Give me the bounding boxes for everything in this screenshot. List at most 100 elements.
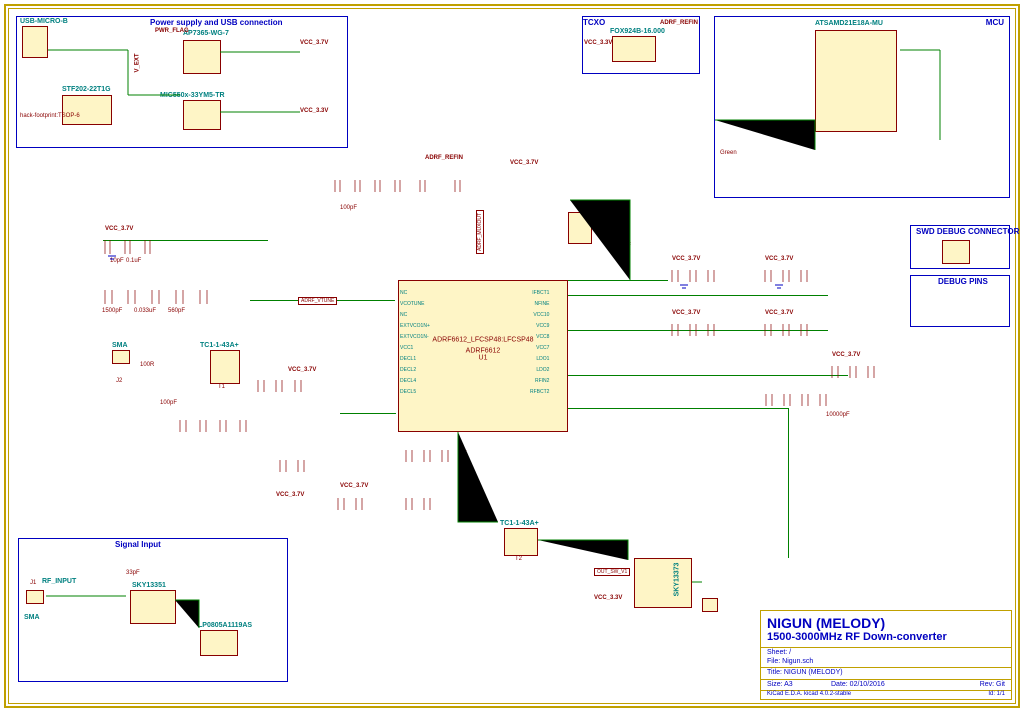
sma-j2-label: SMA	[112, 342, 128, 349]
chip-fox924b	[612, 36, 656, 62]
pin-left-cluster: NC VCOTUNE NC EXTVCO1N+ EXTVCO1N- VCC1 D…	[400, 288, 430, 398]
sky-vcc33: VCC_3.3V	[594, 595, 622, 601]
wire6	[788, 408, 789, 558]
wire3	[568, 330, 828, 331]
title-title-row: Title: NIGUN (MELODY)	[767, 669, 843, 676]
lp0805-name: LP0805A1119AS	[198, 622, 252, 629]
wire1	[568, 280, 668, 281]
transformer-t1	[210, 350, 240, 384]
section-tcxo-label: TCXO	[583, 18, 605, 27]
vcc37-r3: VCC_3.7V	[672, 310, 700, 316]
title-block: NIGUN (MELODY) 1500-3000MHz RF Down-conv…	[760, 610, 1012, 700]
chip-lp0805	[200, 630, 238, 656]
title-rev: Rev: Git	[980, 681, 1005, 688]
t1-ref: T1	[218, 384, 225, 390]
cap-01uf-grid: 0.1uF	[126, 258, 141, 264]
tc4-name: TC4-1W+	[593, 212, 623, 219]
vcc37-top-rail: VCC_3.7V	[105, 226, 133, 232]
section-signal-label: Signal Input	[115, 540, 161, 549]
title-date: Date: 02/10/2016	[831, 681, 885, 688]
t1-name: TC1-1-43A+	[200, 342, 239, 349]
rf-input-label: RF_INPUT	[42, 578, 76, 585]
title-size: Size: A3	[767, 681, 793, 688]
vcc37-mid-rail: VCC_3.7V	[510, 160, 538, 166]
sky13373-name: SKY13373	[673, 563, 680, 597]
stf202-name: STF202-22T1G	[62, 86, 111, 93]
wire2	[568, 295, 828, 296]
adrf-refin-2: ADRF_REFIN	[425, 155, 463, 161]
adrf-part: ADRF6612_LFCSP48:LFCSP48	[432, 336, 533, 343]
sma-j1	[26, 590, 44, 604]
cap-560pf: 560pF	[168, 308, 185, 314]
transformer-t2	[504, 528, 538, 556]
adrf-name: ADRF6612	[432, 347, 533, 354]
ap7365-name: AP7365-WG-7	[183, 30, 229, 37]
vcc37-bot2: VCC_3.7V	[340, 483, 368, 489]
chip-sky13373	[634, 558, 692, 608]
vcc37-r6: VCC_3.7V	[288, 367, 316, 373]
section-power-label: Power supply and USB connection	[150, 18, 282, 27]
chip-mic550x	[183, 100, 221, 130]
chip-sky13351	[130, 590, 176, 624]
vcc37-r4: VCC_3.7V	[765, 310, 793, 316]
title-project: NIGUN (MELODY)	[767, 615, 885, 631]
title-id: Id: 1/1	[988, 691, 1005, 697]
pwr-flag: PWR_FLAG	[155, 28, 189, 34]
cap-10000pf: 10000pF	[826, 412, 850, 418]
cap-33pf: 33pF	[126, 570, 140, 576]
section-swd-label: SWD DEBUG CONNECTOR	[916, 227, 1019, 236]
swd-connector	[942, 240, 970, 264]
section-debug-label: DEBUG PINS	[938, 277, 988, 286]
net-adrf-vtune: ADRF_VTUNE	[298, 297, 337, 305]
hack-footprint-label: hack-footprint:TSOP-6	[20, 113, 80, 119]
vcc37-r2: VCC_3.7V	[765, 256, 793, 262]
led-green: Green	[720, 150, 737, 156]
cap-10pf-grid: 10pF	[110, 258, 124, 264]
cap-1500pf: 1500pF	[102, 308, 122, 314]
title-tool: KiCad E.D.A. kicad 4.0.2-stable	[767, 691, 851, 697]
vcc37-bot1: VCC_3.7V	[276, 492, 304, 498]
sma-out	[702, 598, 718, 612]
atsamd-name: ATSAMD21E18A-MU	[815, 20, 883, 27]
net-adrf-muxout: ADRF_MUXOUT	[476, 210, 484, 254]
cap-100pf-tr: 100pF	[340, 205, 357, 211]
sma-j2	[112, 350, 130, 364]
title-subtitle: 1500-3000MHz RF Down-converter	[767, 631, 947, 643]
wire5	[568, 408, 788, 409]
usb-connector	[22, 26, 48, 58]
transformer-tc4	[568, 212, 592, 244]
wire4	[568, 375, 848, 376]
cap-0033uf: 0.033uF	[134, 308, 156, 314]
usb-label: USB-MICRO-B	[20, 18, 68, 25]
cap-150pf: 150pF	[614, 243, 631, 249]
vcc37-r1: VCC_3.7V	[672, 256, 700, 262]
j2-ref: J2	[116, 378, 122, 384]
pwr-vext: V_EXT	[135, 53, 141, 72]
adrf-ref: U1	[432, 354, 533, 361]
wire9	[103, 240, 268, 241]
section-power	[16, 16, 348, 148]
cap-100pf-1: 100pF	[160, 400, 177, 406]
sma-j1-label: SMA	[24, 614, 40, 621]
t2-ref: T2	[515, 556, 522, 562]
chip-ap7365	[183, 40, 221, 74]
fox924b-name: FOX924B-16.000	[610, 28, 665, 35]
pwr-vcc33-1: VCC_3.3V	[300, 108, 328, 114]
title-sheet: Sheet: /	[767, 649, 791, 656]
tcxo-vcc33: VCC_3.3V	[584, 40, 612, 46]
t2-name: TC1-1-43A+	[500, 520, 539, 527]
section-mcu-label: MCU	[986, 18, 1004, 27]
sky13351-name: SKY13351	[132, 582, 166, 589]
j1-ref: J1	[30, 580, 36, 586]
adrf-refin-label: ADRF_REFIN	[660, 20, 698, 26]
pwr-vcc37-1: VCC_3.7V	[300, 40, 328, 46]
res-100r: 100R	[140, 362, 154, 368]
title-file: File: Nigun.sch	[767, 658, 813, 665]
chip-atsamd	[815, 30, 897, 132]
mic550x-name: MIC550x-33YM5-TR	[160, 92, 225, 99]
net-out-sw-v1: OUT_SW_V1	[594, 568, 630, 576]
vcc37-r5: VCC_3.7V	[832, 352, 860, 358]
chip-stf202	[62, 95, 112, 125]
pin-right-cluster: IFBCT1 NFINE VCC10 VCC9 VCC8 VCC7 LDO1 L…	[530, 288, 549, 398]
wire8	[340, 413, 396, 414]
